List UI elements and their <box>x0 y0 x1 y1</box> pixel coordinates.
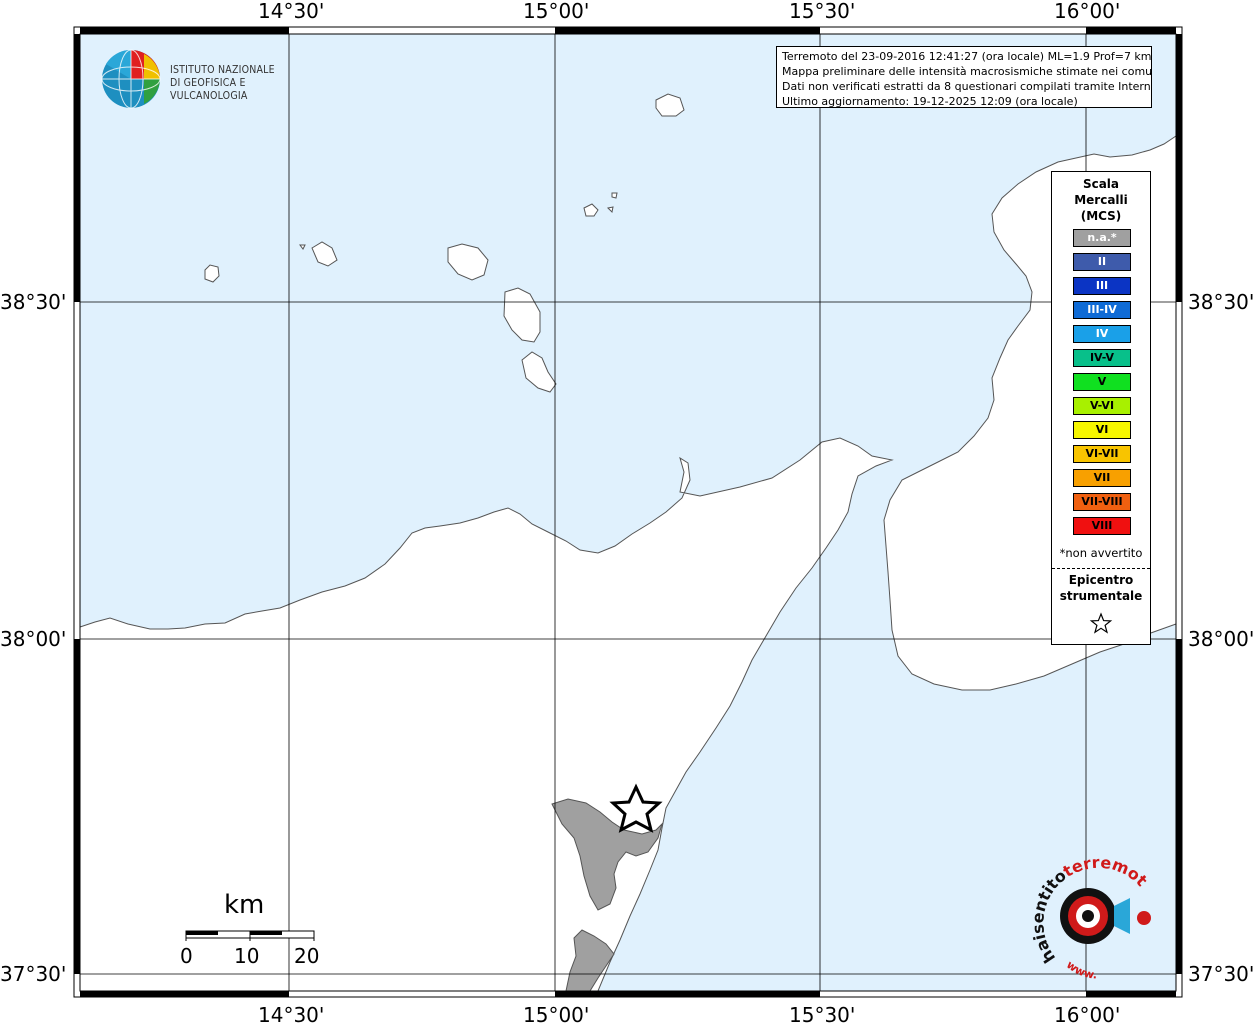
legend-title: Scala Mercalli (MCS) <box>1052 176 1150 224</box>
svg-text:www.: www. <box>1064 958 1098 981</box>
scale-bar: km 0 10 20 <box>176 888 326 978</box>
scale-tick-label: 0 <box>180 944 193 968</box>
lat-label-left: 37°30' <box>0 962 67 986</box>
legend-swatch: VII <box>1073 469 1131 487</box>
legend-swatch: V-VI <box>1073 397 1131 415</box>
info-line-event: Terremoto del 23-09-2016 12:41:27 (ora l… <box>782 50 1152 63</box>
lon-label-top: 14°30' <box>258 0 325 23</box>
legend-epicentre-line-1: Epicentro <box>1068 573 1134 587</box>
legend-swatch: VIII <box>1073 517 1131 535</box>
epicentre-star-icon <box>1089 612 1113 634</box>
legend-swatch: IV <box>1073 325 1131 343</box>
info-line-data: Dati non verificati estratti da 8 questi… <box>782 80 1152 93</box>
lon-label-bottom: 14°30' <box>258 1003 325 1027</box>
legend-swatch: VI <box>1073 421 1131 439</box>
ingv-logo: ISTITUTO NAZIONALE DI GEOFISICA E VULCAN… <box>100 48 320 110</box>
haisentito-logo-graphic: haisentitoterremoto.it www. <box>1021 833 1152 981</box>
scale-bar-unit: km <box>224 890 265 920</box>
legend-swatch: VII-VIII <box>1073 493 1131 511</box>
legend-title-line-1: Scala <box>1082 177 1120 191</box>
legend-swatch: III <box>1073 277 1131 295</box>
legend-note: *non avvertito <box>1059 546 1143 560</box>
scale-tick-label: 10 <box>234 944 260 968</box>
mcs-legend: Scala Mercalli (MCS) n.a.* II III III-IV IV I… <box>1051 171 1151 645</box>
lat-label-right: 38°30' <box>1188 290 1254 314</box>
legend-swatch: III-IV <box>1073 301 1131 319</box>
legend-title-line-3: (MCS) <box>1080 209 1122 223</box>
lat-label-right: 38°00' <box>1188 627 1254 651</box>
lon-label-bottom: 15°30' <box>789 1003 856 1027</box>
info-line-map: Mappa preliminare delle intensità macros… <box>782 65 1152 78</box>
lat-label-left: 38°00' <box>0 627 67 651</box>
legend-title-line-2: Mercalli <box>1074 193 1128 207</box>
legend-epicentre-line-2: strumentale <box>1059 589 1143 603</box>
haisentito-logo: haisentitoterremoto.it www. <box>1021 833 1162 984</box>
info-line-update: Ultimo aggiornamento: 19-12-2025 12:09 (… <box>782 95 1078 108</box>
watermark-text-red: terremoto.it <box>1026 848 1151 890</box>
ingv-globe-icon <box>101 49 161 109</box>
event-info-box: Terremoto del 23-09-2016 12:41:27 (ora l… <box>776 46 1152 108</box>
lat-label-right: 37°30' <box>1188 962 1254 986</box>
lon-label-top: 15°00' <box>523 0 590 23</box>
legend-separator <box>1052 568 1150 569</box>
legend-swatch: IV-V <box>1073 349 1131 367</box>
legend-swatch: VI-VII <box>1073 445 1131 463</box>
legend-swatch: V <box>1073 373 1131 391</box>
legend-swatch: n.a.* <box>1073 229 1131 247</box>
legend-swatch: II <box>1073 253 1131 271</box>
watermark-url: www. <box>1064 958 1098 981</box>
logo-line-2: DI GEOFISICA E VULCANOLOGIA <box>170 77 248 102</box>
lon-label-bottom: 16°00' <box>1054 1003 1121 1027</box>
lon-label-bottom: 15°00' <box>523 1003 590 1027</box>
lat-label-left: 38°30' <box>0 290 67 314</box>
lon-label-top: 15°30' <box>789 0 856 23</box>
ingv-logo-text: ISTITUTO NAZIONALE DI GEOFISICA E VULCAN… <box>170 64 320 103</box>
legend-epicentre-label: Epicentro strumentale <box>1052 572 1150 604</box>
logo-line-1: ISTITUTO NAZIONALE <box>170 64 275 76</box>
lon-label-top: 16°00' <box>1054 0 1121 23</box>
scale-tick-label: 20 <box>294 944 320 968</box>
islet-1 <box>611 192 618 199</box>
